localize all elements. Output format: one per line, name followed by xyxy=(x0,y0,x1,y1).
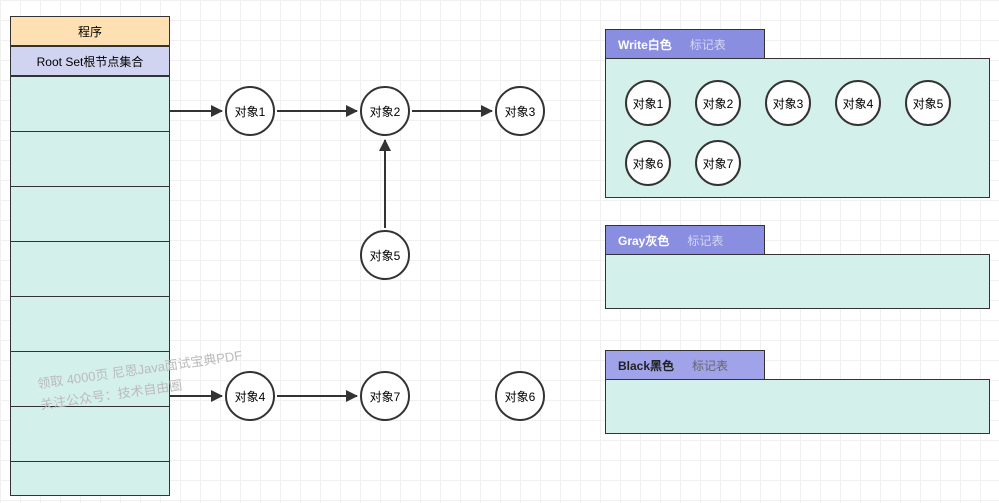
gray-tab-sub: 标记表 xyxy=(687,232,723,249)
black-tab-sub: 标记表 xyxy=(692,357,728,374)
white-tab: Write白色 标记表 xyxy=(605,29,765,59)
node-obj6: 对象6 xyxy=(495,371,545,421)
white-item-4: 对象4 xyxy=(835,80,881,126)
arrow-root-to-1 xyxy=(170,110,222,112)
gray-body xyxy=(605,254,990,309)
arrow-1-to-2 xyxy=(277,110,357,112)
black-tab: Black黑色 标记表 xyxy=(605,350,765,380)
arrow-5-to-2 xyxy=(384,140,386,228)
arrow-root-to-4 xyxy=(170,395,222,397)
row-divider xyxy=(10,131,170,132)
white-item-7: 对象7 xyxy=(695,140,741,186)
gray-tab-title: Gray灰色 xyxy=(618,232,669,249)
rootset-header: Root Set根节点集合 xyxy=(10,46,170,76)
black-body xyxy=(605,379,990,434)
row-divider xyxy=(10,186,170,187)
node-obj4: 对象4 xyxy=(225,371,275,421)
white-item-1: 对象1 xyxy=(625,80,671,126)
white-tab-title: Write白色 xyxy=(618,36,672,53)
node-obj1: 对象1 xyxy=(225,86,275,136)
node-obj3: 对象3 xyxy=(495,86,545,136)
row-divider xyxy=(10,406,170,407)
row-divider xyxy=(10,241,170,242)
arrow-2-to-3 xyxy=(412,110,492,112)
white-item-5: 对象5 xyxy=(905,80,951,126)
node-obj5: 对象5 xyxy=(360,230,410,280)
white-tab-sub: 标记表 xyxy=(690,36,726,53)
node-obj7: 对象7 xyxy=(360,371,410,421)
white-item-6: 对象6 xyxy=(625,140,671,186)
black-tab-title: Black黑色 xyxy=(618,357,674,374)
arrow-4-to-7 xyxy=(277,395,357,397)
row-divider xyxy=(10,351,170,352)
node-obj2: 对象2 xyxy=(360,86,410,136)
program-header: 程序 xyxy=(10,16,170,46)
row-divider xyxy=(10,296,170,297)
row-divider xyxy=(10,461,170,462)
gray-tab: Gray灰色 标记表 xyxy=(605,225,765,255)
white-item-3: 对象3 xyxy=(765,80,811,126)
white-item-2: 对象2 xyxy=(695,80,741,126)
root-set-body xyxy=(10,76,170,496)
